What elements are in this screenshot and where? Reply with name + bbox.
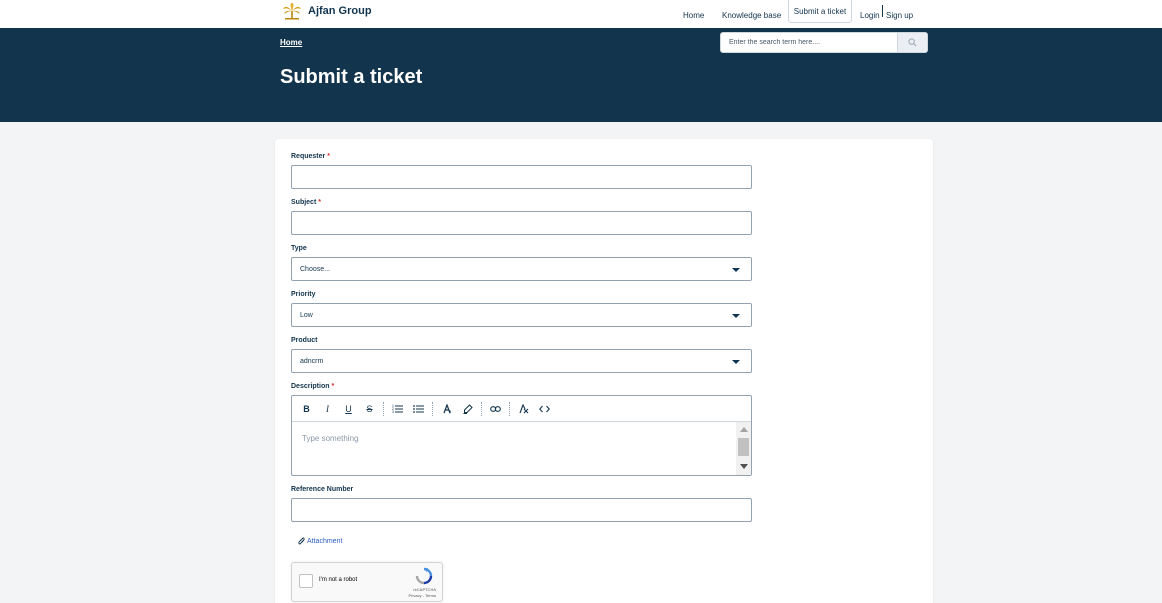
type-selected-value: Choose... [300, 265, 330, 273]
priority-label: Priority [291, 291, 316, 298]
recaptcha-brand: reCAPTCHA [413, 587, 436, 592]
brand-name: Ajfan Group [308, 5, 372, 17]
recaptcha-label: I'm not a robot [319, 577, 358, 583]
search-bar [720, 32, 928, 53]
top-nav-bar: Ajfan Group Home Knowledge base Submit a… [0, 0, 1162, 28]
subject-input[interactable] [291, 211, 752, 235]
reference-number-input[interactable] [291, 498, 752, 522]
nav-login-link[interactable]: Login [860, 4, 880, 26]
recaptcha-logo-icon [415, 567, 433, 585]
nav-divider [882, 5, 883, 17]
nav-signup-link[interactable]: Sign up [886, 4, 913, 26]
search-button[interactable] [897, 33, 927, 52]
reference-number-label: Reference Number [291, 486, 354, 493]
ticket-form-card: Requester * Subject * Type Choose... Pri… [275, 139, 933, 603]
strikethrough-icon[interactable]: S [359, 400, 380, 418]
search-icon [908, 38, 917, 47]
code-icon[interactable] [534, 400, 555, 418]
type-label: Type [291, 245, 307, 252]
font-color-icon[interactable] [436, 400, 457, 418]
toolbar-divider [509, 401, 510, 416]
bullet-list-icon[interactable] [408, 400, 429, 418]
numbered-list-icon[interactable]: 123 [387, 400, 408, 418]
scroll-down-arrow-icon[interactable] [740, 464, 748, 469]
nav-knowledge-base-link[interactable]: Knowledge base [722, 4, 781, 26]
chevron-down-icon [732, 314, 740, 318]
description-editor: B I U S 123 Type something [291, 395, 752, 476]
search-input[interactable] [721, 33, 897, 52]
attachment-label: Attachment [307, 538, 343, 545]
link-icon[interactable] [485, 400, 506, 418]
hero-banner: Home Submit a ticket [0, 28, 1162, 122]
svg-text:3: 3 [392, 410, 394, 413]
italic-icon[interactable]: I [317, 400, 338, 418]
bold-icon[interactable]: B [296, 400, 317, 418]
subject-label: Subject * [291, 199, 321, 206]
product-selected-value: adncrm [300, 357, 324, 365]
nav-submit-ticket-tab[interactable]: Submit a ticket [788, 0, 852, 23]
chevron-down-icon [732, 360, 740, 364]
scrollbar-thumb[interactable] [738, 438, 749, 456]
editor-scrollbar[interactable] [736, 422, 751, 475]
breadcrumb-home-link[interactable]: Home [280, 38, 302, 47]
brand-logo[interactable]: Ajfan Group [282, 2, 372, 20]
chevron-down-icon [732, 268, 740, 272]
description-textarea[interactable]: Type something [292, 422, 751, 475]
type-select[interactable]: Choose... [291, 257, 752, 281]
requester-input[interactable] [291, 165, 752, 189]
palm-logo-icon [283, 3, 301, 20]
page-title: Submit a ticket [280, 66, 423, 88]
highlight-icon[interactable] [457, 400, 478, 418]
description-placeholder: Type something [302, 434, 359, 443]
product-label: Product [291, 337, 318, 344]
toolbar-divider [481, 401, 482, 416]
editor-toolbar: B I U S 123 [292, 396, 751, 422]
priority-selected-value: Low [300, 311, 313, 319]
clear-format-icon[interactable] [513, 400, 534, 418]
description-label: Description * [291, 383, 335, 390]
nav-home-link[interactable]: Home [683, 4, 704, 26]
recaptcha-privacy-terms-links[interactable]: Privacy - Terms [409, 593, 436, 598]
product-select[interactable]: adncrm [291, 349, 752, 373]
toolbar-divider [383, 401, 384, 416]
underline-icon[interactable]: U [338, 400, 359, 418]
recaptcha-checkbox[interactable] [299, 574, 313, 588]
scroll-up-arrow-icon[interactable] [740, 427, 748, 432]
requester-label: Requester * [291, 153, 330, 160]
toolbar-divider [432, 401, 433, 416]
priority-select[interactable]: Low [291, 303, 752, 327]
recaptcha-widget: I'm not a robot reCAPTCHA Privacy - Term… [291, 562, 443, 602]
paperclip-icon [298, 537, 305, 545]
attachment-link[interactable]: Attachment [298, 537, 342, 546]
